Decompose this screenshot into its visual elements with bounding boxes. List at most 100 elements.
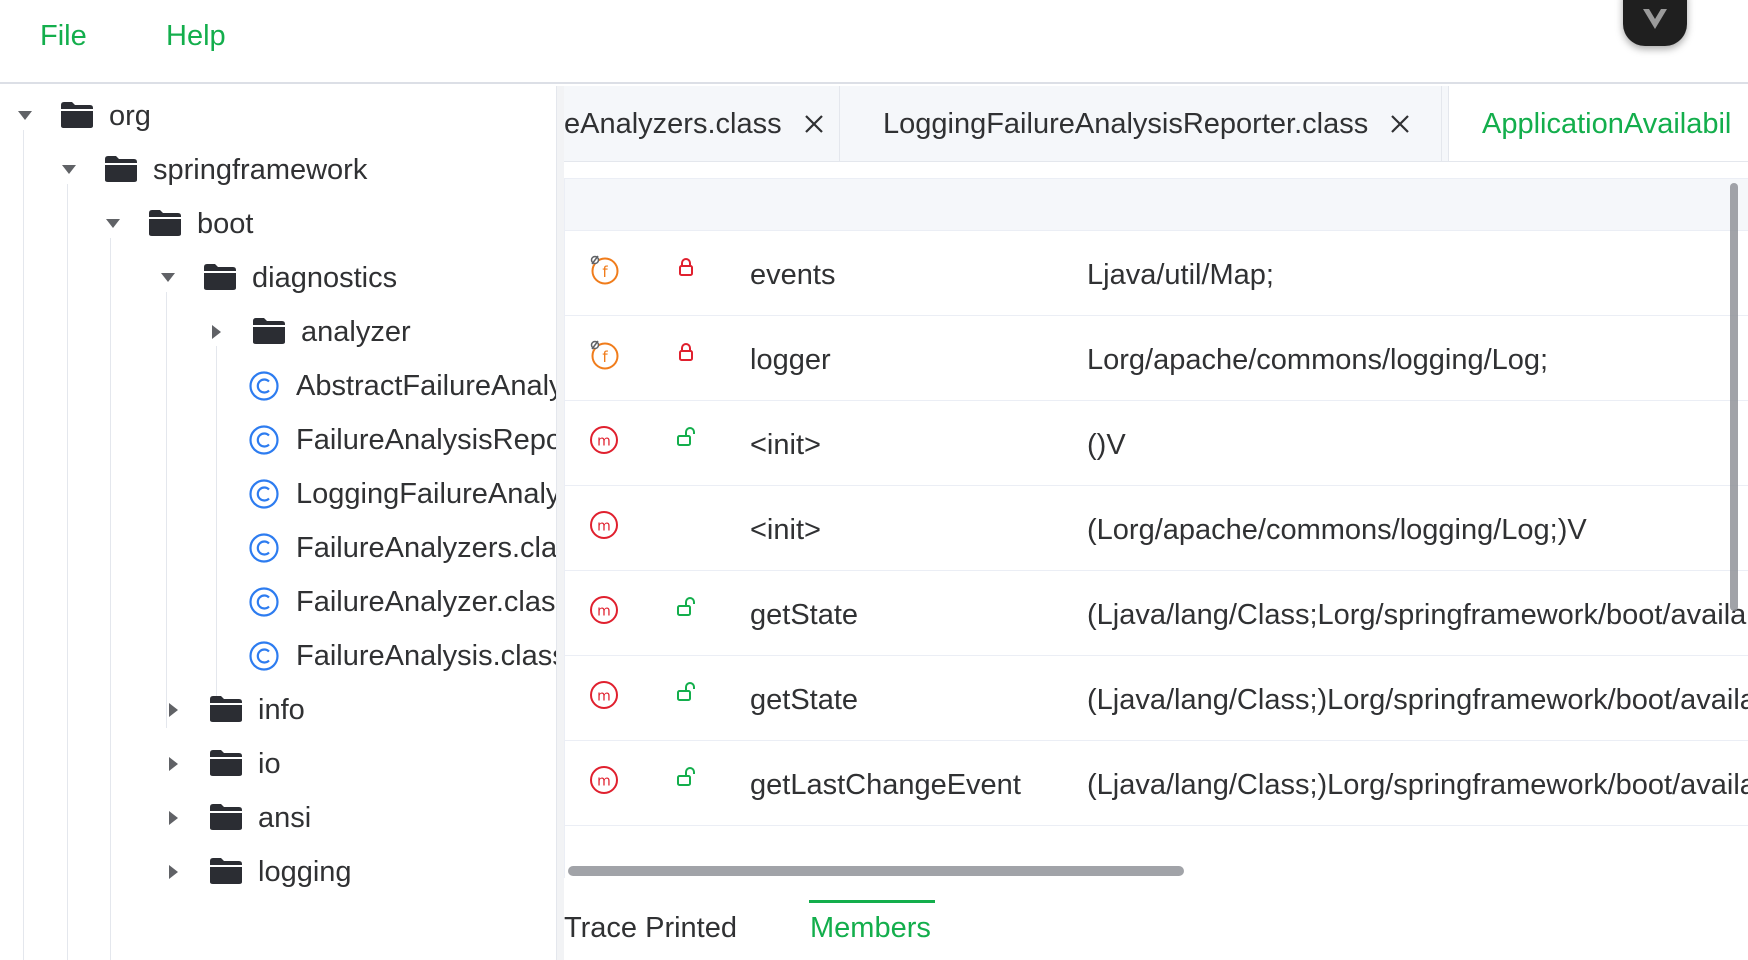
table-row[interactable]: f events Ljava/util/Map;	[565, 231, 1748, 316]
tab-trace-printed[interactable]: Trace Printed	[564, 912, 737, 945]
folder-icon	[203, 263, 237, 293]
member-name: getState	[750, 599, 859, 631]
unlock-icon	[677, 427, 695, 449]
method-icon: m	[588, 509, 620, 541]
unlock-icon	[677, 682, 695, 704]
tree-guide	[23, 130, 24, 960]
caret-right-icon[interactable]	[163, 861, 185, 883]
tree-node-label: boot	[197, 207, 254, 240]
close-icon[interactable]	[1388, 112, 1412, 136]
tree-node-info[interactable]: info	[163, 680, 305, 740]
vertical-scrollbar[interactable]	[1730, 183, 1738, 611]
member-name: getState	[750, 684, 859, 716]
caret-right-icon[interactable]	[206, 321, 228, 343]
caret-down-icon[interactable]	[102, 213, 124, 235]
menu-help[interactable]: Help	[166, 20, 226, 53]
tree-node-label: io	[258, 747, 281, 780]
svg-text:m: m	[597, 604, 611, 620]
folder-icon	[209, 857, 243, 887]
svg-text:f: f	[602, 263, 608, 281]
tree-node-label: springframework	[153, 153, 368, 186]
table-row[interactable]: m <init> (Lorg/apache/commons/logging/Log;…	[565, 486, 1748, 571]
tree-node-label: FailureAnalyzer.class	[296, 585, 556, 618]
tab-label: eAnalyzers.class	[564, 107, 782, 140]
tree-guide	[216, 346, 217, 700]
svg-text:m: m	[597, 774, 611, 790]
field-icon: f	[588, 339, 620, 371]
tab-label: LoggingFailureAnalysisReporter.class	[883, 107, 1369, 140]
folder-icon	[252, 317, 286, 347]
member-descriptor: Lorg/apache/commons/logging/Log;	[1087, 344, 1549, 376]
tree-guide	[166, 292, 167, 728]
class-icon	[248, 586, 280, 618]
class-icon	[248, 370, 280, 402]
method-icon: m	[588, 764, 620, 796]
table-row[interactable]: m getLastChangeEvent (Ljava/lang/Class;)Lo…	[565, 741, 1748, 826]
tree-node-class-failureanalyzer[interactable]: FailureAnalyzer.class	[248, 572, 556, 632]
tree-node-label: AbstractFailureAnalyzer.class	[296, 369, 556, 402]
folder-icon	[148, 209, 182, 239]
tab-loggingfailureanalysisreporter[interactable]: LoggingFailureAnalysisReporter.class	[850, 86, 1442, 161]
folder-icon	[209, 695, 243, 725]
tab-members[interactable]: Members	[810, 912, 931, 945]
tree-node-ansi[interactable]: ansi	[163, 788, 311, 848]
tree-node-boot[interactable]: boot	[102, 194, 253, 254]
tree-node-class-loggingfailureanalysisreporter[interactable]: LoggingFailureAnalysisReporter.class	[248, 464, 556, 524]
table-row[interactable]: m getState (Ljava/lang/Class;)Lorg/springf…	[565, 656, 1748, 741]
members-table: f events Ljava/util/Map; f logger Lorg/apache…	[564, 178, 1748, 878]
tree-node-org[interactable]: org	[14, 86, 151, 146]
tree-node-springframework[interactable]: springframework	[58, 140, 367, 200]
tree-node-class-failureanalyzers[interactable]: FailureAnalyzers.class	[248, 518, 556, 578]
tab-failureanalyzers[interactable]: eAnalyzers.class	[564, 86, 840, 161]
tree-node-logging[interactable]: logging	[163, 842, 352, 902]
member-descriptor: (Ljava/lang/Class;)Lorg/springframework/…	[1087, 684, 1748, 716]
tree-node-class-failureanalysis[interactable]: FailureAnalysis.class	[248, 626, 556, 686]
caret-right-icon[interactable]	[163, 753, 185, 775]
active-tab-indicator	[809, 900, 935, 903]
method-icon: m	[588, 679, 620, 711]
member-descriptor: Ljava/util/Map;	[1087, 259, 1274, 291]
folder-icon	[60, 101, 94, 131]
pane-splitter[interactable]	[556, 86, 564, 960]
tree-node-class-failureanalysisreporter[interactable]: FailureAnalysisReporter.class	[248, 410, 556, 470]
caret-down-icon[interactable]	[14, 105, 36, 127]
bottom-tabs: Trace Printed Members	[564, 890, 1748, 960]
tree-node-label: diagnostics	[252, 261, 398, 294]
caret-right-icon[interactable]	[163, 699, 185, 721]
member-name: events	[750, 259, 836, 291]
member-descriptor: ()V	[1087, 429, 1126, 461]
member-name: <init>	[750, 429, 821, 461]
class-icon	[248, 478, 280, 510]
svg-text:m: m	[597, 434, 611, 450]
horizontal-scrollbar[interactable]	[568, 866, 1184, 876]
svg-text:m: m	[597, 519, 611, 535]
unlock-icon	[677, 597, 695, 619]
method-icon: m	[588, 594, 620, 626]
caret-down-icon[interactable]	[58, 159, 80, 181]
menu-file[interactable]: File	[40, 20, 87, 53]
member-descriptor: (Ljava/lang/Class;Lorg/springframework/b…	[1087, 599, 1748, 631]
member-name: logger	[750, 344, 831, 376]
tree-node-class-abstractfailureanalyzer[interactable]: AbstractFailureAnalyzer.class	[248, 356, 556, 416]
member-descriptor: (Ljava/lang/Class;)Lorg/springframework/…	[1087, 769, 1748, 801]
tab-applicationavailability[interactable]: ApplicationAvailabil	[1448, 86, 1748, 161]
table-row[interactable]: m <init> ()V	[565, 401, 1748, 486]
tree-node-analyzer[interactable]: analyzer	[206, 302, 411, 362]
table-row[interactable]: f logger Lorg/apache/commons/logging/Log;	[565, 316, 1748, 401]
app-logo-icon	[1623, 0, 1687, 46]
tree-node-diagnostics[interactable]: diagnostics	[157, 248, 397, 308]
caret-down-icon[interactable]	[157, 267, 179, 289]
folder-icon	[104, 155, 138, 185]
tree-node-label: info	[258, 693, 305, 726]
editor-tabs: eAnalyzers.class LoggingFailureAnalysisR…	[564, 86, 1748, 162]
table-row[interactable]: m getState (Ljava/lang/Class;Lorg/springfr…	[565, 571, 1748, 656]
close-icon[interactable]	[802, 112, 826, 136]
method-icon: m	[588, 424, 620, 456]
tree-node-label: analyzer	[301, 315, 411, 348]
caret-right-icon[interactable]	[163, 807, 185, 829]
unlock-icon	[677, 767, 695, 789]
member-descriptor: (Lorg/apache/commons/logging/Log;)V	[1087, 514, 1587, 546]
tree-guide	[110, 238, 111, 960]
tree-node-label: org	[109, 99, 151, 132]
tree-node-io[interactable]: io	[163, 734, 281, 794]
